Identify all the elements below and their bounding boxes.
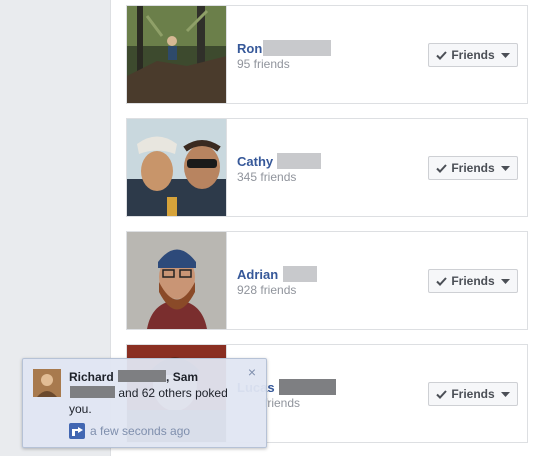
friends-button[interactable]: Friends <box>428 43 518 67</box>
check-icon <box>436 50 448 60</box>
check-icon <box>436 276 448 286</box>
redacted-surname <box>70 386 115 398</box>
friend-name[interactable]: Cathy <box>237 154 273 169</box>
check-icon <box>436 163 448 173</box>
friend-card: Ron 95 friends Friends <box>126 5 528 104</box>
friend-photo[interactable] <box>127 119 227 216</box>
poke-icon <box>69 423 85 439</box>
friend-count: 928 friends <box>237 283 297 297</box>
redacted-surname <box>263 40 332 56</box>
friend-count: friends <box>264 396 301 410</box>
friends-button-label: Friends <box>451 274 495 288</box>
friend-name[interactable]: Ron <box>237 41 262 56</box>
friends-button-label: Friends <box>451 387 495 401</box>
poke-notification[interactable]: × Richard , Sam and 62 others poked you.… <box>22 358 267 448</box>
friend-photo[interactable] <box>127 232 227 329</box>
redacted-surname <box>278 379 336 395</box>
check-icon <box>436 389 448 399</box>
friends-button-label: Friends <box>451 161 495 175</box>
friend-photo[interactable] <box>127 6 227 103</box>
notification-time: a few seconds ago <box>69 423 190 439</box>
avatar <box>33 369 61 397</box>
friends-button[interactable]: Friends <box>428 156 518 180</box>
friend-name[interactable]: Adrian <box>237 267 278 282</box>
friend-count: 95 friends <box>237 57 290 71</box>
poker-name-2[interactable]: Sam <box>173 370 198 384</box>
redacted-surname <box>118 370 167 382</box>
redacted-surname <box>277 153 322 169</box>
friend-card: Cathy 345 friends Friends <box>126 118 528 217</box>
chevron-down-icon <box>500 278 510 284</box>
chevron-down-icon <box>500 165 510 171</box>
friends-button-label: Friends <box>451 48 495 62</box>
redacted-surname <box>283 266 318 282</box>
chevron-down-icon <box>500 52 510 58</box>
time-label: a few seconds ago <box>90 424 191 438</box>
friend-card: Adrian 928 friends Friends <box>126 231 528 330</box>
close-icon[interactable]: × <box>248 365 256 379</box>
friend-count: 345 friends <box>237 170 297 184</box>
friends-button[interactable]: Friends <box>428 269 518 293</box>
chevron-down-icon <box>500 391 510 397</box>
poker-name-1[interactable]: Richard <box>69 370 114 384</box>
notification-message: Richard , Sam and 62 others poked you. <box>69 370 228 416</box>
friends-button[interactable]: Friends <box>428 382 518 406</box>
